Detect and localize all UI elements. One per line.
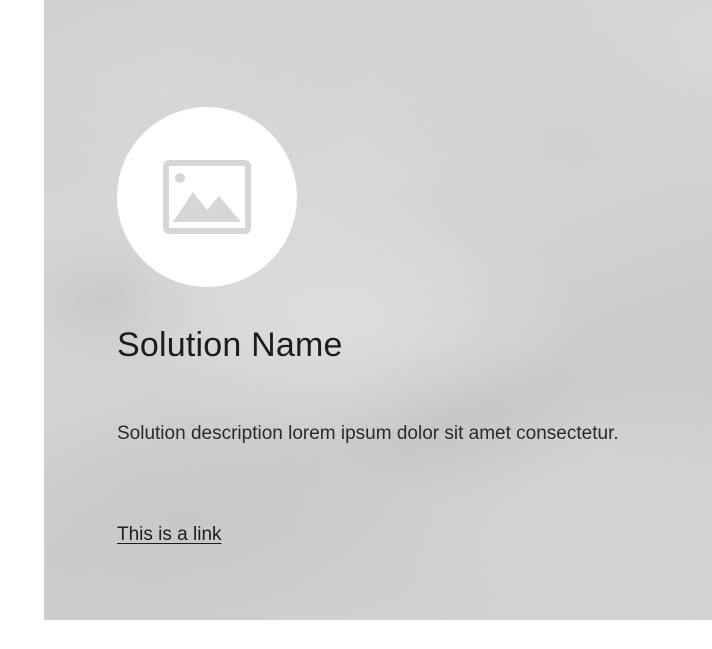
image-placeholder-circle	[117, 107, 297, 287]
solution-description: Solution description lorem ipsum dolor s…	[117, 423, 619, 444]
solution-link[interactable]: This is a link	[117, 524, 222, 546]
image-placeholder-icon	[163, 160, 251, 234]
solution-card: Solution Name Solution description lorem…	[44, 0, 712, 620]
solution-title: Solution Name	[117, 326, 343, 364]
